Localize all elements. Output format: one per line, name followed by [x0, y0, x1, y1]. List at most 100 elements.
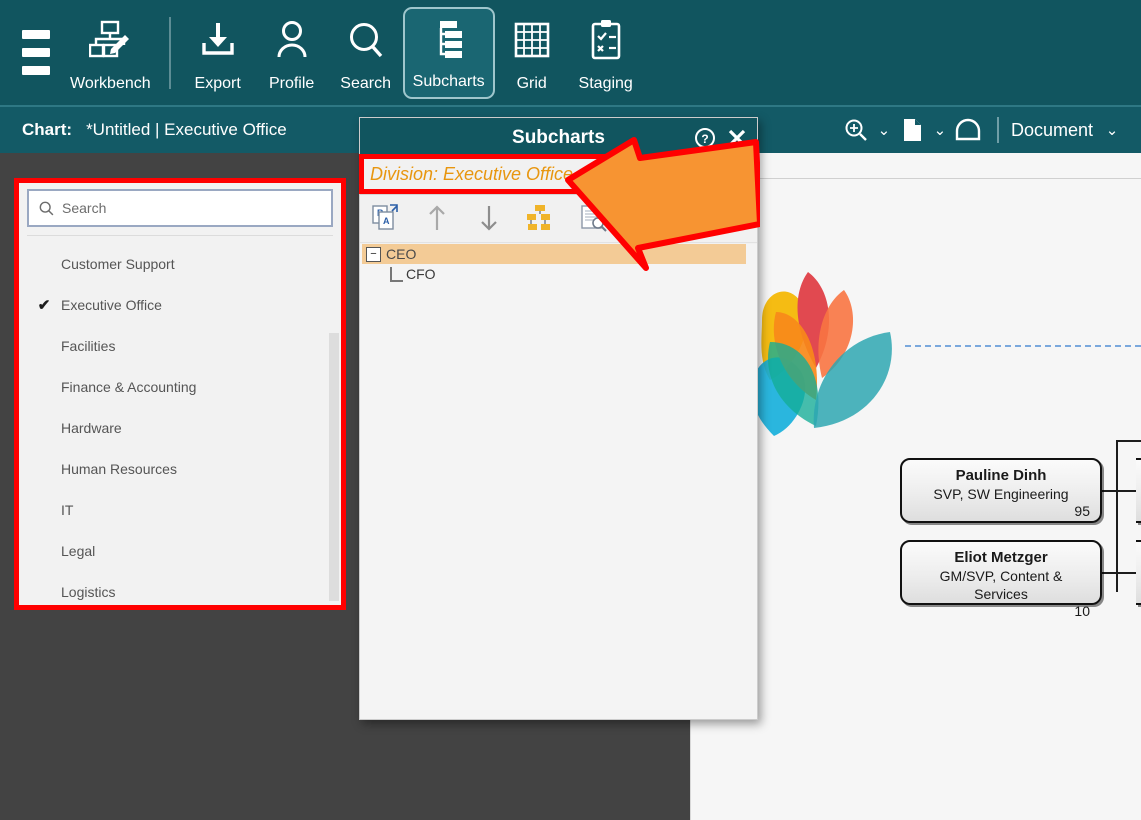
org-node-partial[interactable]: [1136, 540, 1141, 605]
division-option-label: Logistics: [61, 583, 116, 600]
dropdown-scrollbar[interactable]: [329, 333, 339, 601]
tree-node-label: CEO: [386, 246, 417, 262]
top-ribbon: Workbench Export Profile Search Subchart…: [0, 0, 1141, 105]
org-node[interactable]: Eliot Metzger GM/SVP, Content & Services…: [900, 540, 1102, 619]
division-option-label: Facilities: [61, 337, 116, 354]
division-option-facilities[interactable]: Facilities: [27, 325, 333, 366]
division-option-human-resources[interactable]: Human Resources: [27, 448, 333, 489]
dialog-divider: [360, 194, 757, 195]
division-banner-text: Division: Executive Office: [370, 163, 574, 184]
ribbon-item-workbench[interactable]: Workbench: [62, 7, 159, 99]
ribbon-item-subcharts[interactable]: Subcharts: [402, 6, 495, 99]
org-node-title: GM/SVP, Content & Services: [939, 568, 1063, 602]
document-search-icon[interactable]: [578, 203, 608, 233]
division-option-logistics[interactable]: Logistics: [27, 571, 333, 605]
subcharts-dialog: Subcharts ? Division: Executive Office B: [359, 117, 758, 720]
ribbon-label: Export: [194, 74, 241, 92]
ribbon-label: Grid: [516, 74, 547, 92]
tree-expander[interactable]: −: [366, 246, 381, 262]
subcharts-tree[interactable]: − CEO CFO: [360, 244, 757, 719]
division-search-placeholder: Search: [62, 200, 107, 216]
division-dropdown-highlight: Search Customer Support ✔ Executive Offi…: [14, 178, 346, 610]
document-mode-label[interactable]: Document: [1011, 120, 1093, 141]
connector-horizontal: [1102, 572, 1136, 574]
arch-icon[interactable]: [951, 107, 985, 153]
division-option-legal[interactable]: Legal: [27, 530, 333, 571]
page-dropdown-caret[interactable]: ⌄: [929, 107, 951, 153]
svg-text:?: ?: [701, 132, 708, 146]
division-option-hardware[interactable]: Hardware: [27, 407, 333, 448]
close-icon[interactable]: [725, 126, 749, 150]
tree-node-cfo[interactable]: CFO: [390, 266, 436, 282]
org-node[interactable]: Pauline Dinh SVP, SW Engineering 95: [900, 458, 1102, 523]
division-option-finance-accounting[interactable]: Finance & Accounting: [27, 366, 333, 407]
division-option-label: Finance & Accounting: [61, 378, 197, 395]
dialog-toolbar: B A: [360, 196, 757, 240]
document-mode-caret[interactable]: ⌄: [1101, 107, 1123, 153]
division-option-label: Legal: [61, 542, 96, 559]
division-option-executive-office[interactable]: ✔ Executive Office: [27, 284, 333, 325]
ribbon-item-export[interactable]: Export: [181, 7, 255, 99]
workbench-icon: [89, 7, 131, 73]
tree-elbow-icon: [390, 266, 403, 282]
division-option-customer-support[interactable]: Customer Support: [27, 243, 333, 284]
profile-icon: [274, 7, 310, 73]
org-node-title: SVP, SW Engineering: [933, 486, 1069, 502]
search-icon: [348, 7, 384, 73]
dialog-toolbar-divider: [360, 242, 757, 243]
dialog-title-bar: Subcharts ?: [360, 118, 757, 157]
chart-label: Chart:: [22, 120, 73, 139]
canvas-guide-line: [905, 345, 1141, 347]
ribbon-label: Search: [340, 74, 391, 92]
ribbon-item-staging[interactable]: Staging: [569, 7, 643, 99]
ribbon-item-search[interactable]: Search: [329, 7, 403, 99]
ribbon-item-grid[interactable]: Grid: [495, 7, 569, 99]
dropdown-divider: [27, 235, 333, 236]
division-option-label: Hardware: [61, 419, 122, 436]
lotus-flower-logo: [752, 272, 892, 436]
zoom-dropdown-caret[interactable]: ⌄: [873, 107, 895, 153]
ribbon-label: Profile: [268, 74, 315, 92]
chart-name: *Untitled | Executive Office: [86, 120, 287, 139]
org-node-count: 95: [1074, 503, 1090, 519]
chart-bar-tools: ⌄ ⌄ Document ⌄: [839, 107, 1141, 153]
search-icon: [39, 201, 54, 216]
connector-top-stub: [1116, 440, 1141, 442]
ribbon-label: Staging: [578, 74, 633, 92]
division-option-label: Human Resources: [61, 460, 177, 477]
dialog-title-actions: ?: [693, 118, 749, 157]
svg-text:A: A: [383, 216, 390, 226]
ribbon-label: Subcharts: [412, 72, 485, 90]
ribbon-label: Workbench: [70, 74, 151, 92]
chart-bar-divider: [996, 117, 999, 143]
staging-icon: [590, 7, 622, 73]
org-node-partial[interactable]: [1136, 458, 1141, 523]
page-icon[interactable]: [895, 107, 929, 153]
division-option-label: IT: [61, 501, 74, 518]
org-node-count: 10: [1074, 603, 1090, 619]
org-hierarchy-icon[interactable]: [526, 203, 556, 233]
division-option-label: Customer Support: [61, 255, 175, 272]
export-icon: [200, 7, 236, 73]
arrow-up-icon[interactable]: [422, 203, 452, 233]
ribbon-item-profile[interactable]: Profile: [255, 7, 329, 99]
tree-node-label: CFO: [406, 266, 436, 282]
dialog-title: Subcharts: [512, 126, 605, 148]
page-swap-icon[interactable]: B A: [370, 203, 400, 233]
help-circle-icon[interactable]: ?: [693, 126, 717, 150]
check-icon: ✔: [37, 296, 51, 314]
hamburger-icon[interactable]: [0, 30, 62, 75]
division-search-input[interactable]: Search: [27, 189, 333, 227]
connector-vertical: [1116, 440, 1118, 592]
grid-icon: [514, 7, 550, 73]
zoom-in-icon[interactable]: [839, 107, 873, 153]
division-banner: Division: Executive Office: [360, 157, 757, 191]
division-dropdown[interactable]: Search Customer Support ✔ Executive Offi…: [19, 183, 341, 605]
ribbon-divider: [168, 16, 171, 89]
division-option-label: Executive Office: [61, 296, 162, 313]
arrow-down-icon[interactable]: [474, 203, 504, 233]
tree-node-ceo[interactable]: − CEO: [362, 244, 746, 264]
org-node-name: Pauline Dinh: [955, 467, 1047, 484]
subcharts-icon: [429, 9, 469, 71]
division-option-it[interactable]: IT: [27, 489, 333, 530]
